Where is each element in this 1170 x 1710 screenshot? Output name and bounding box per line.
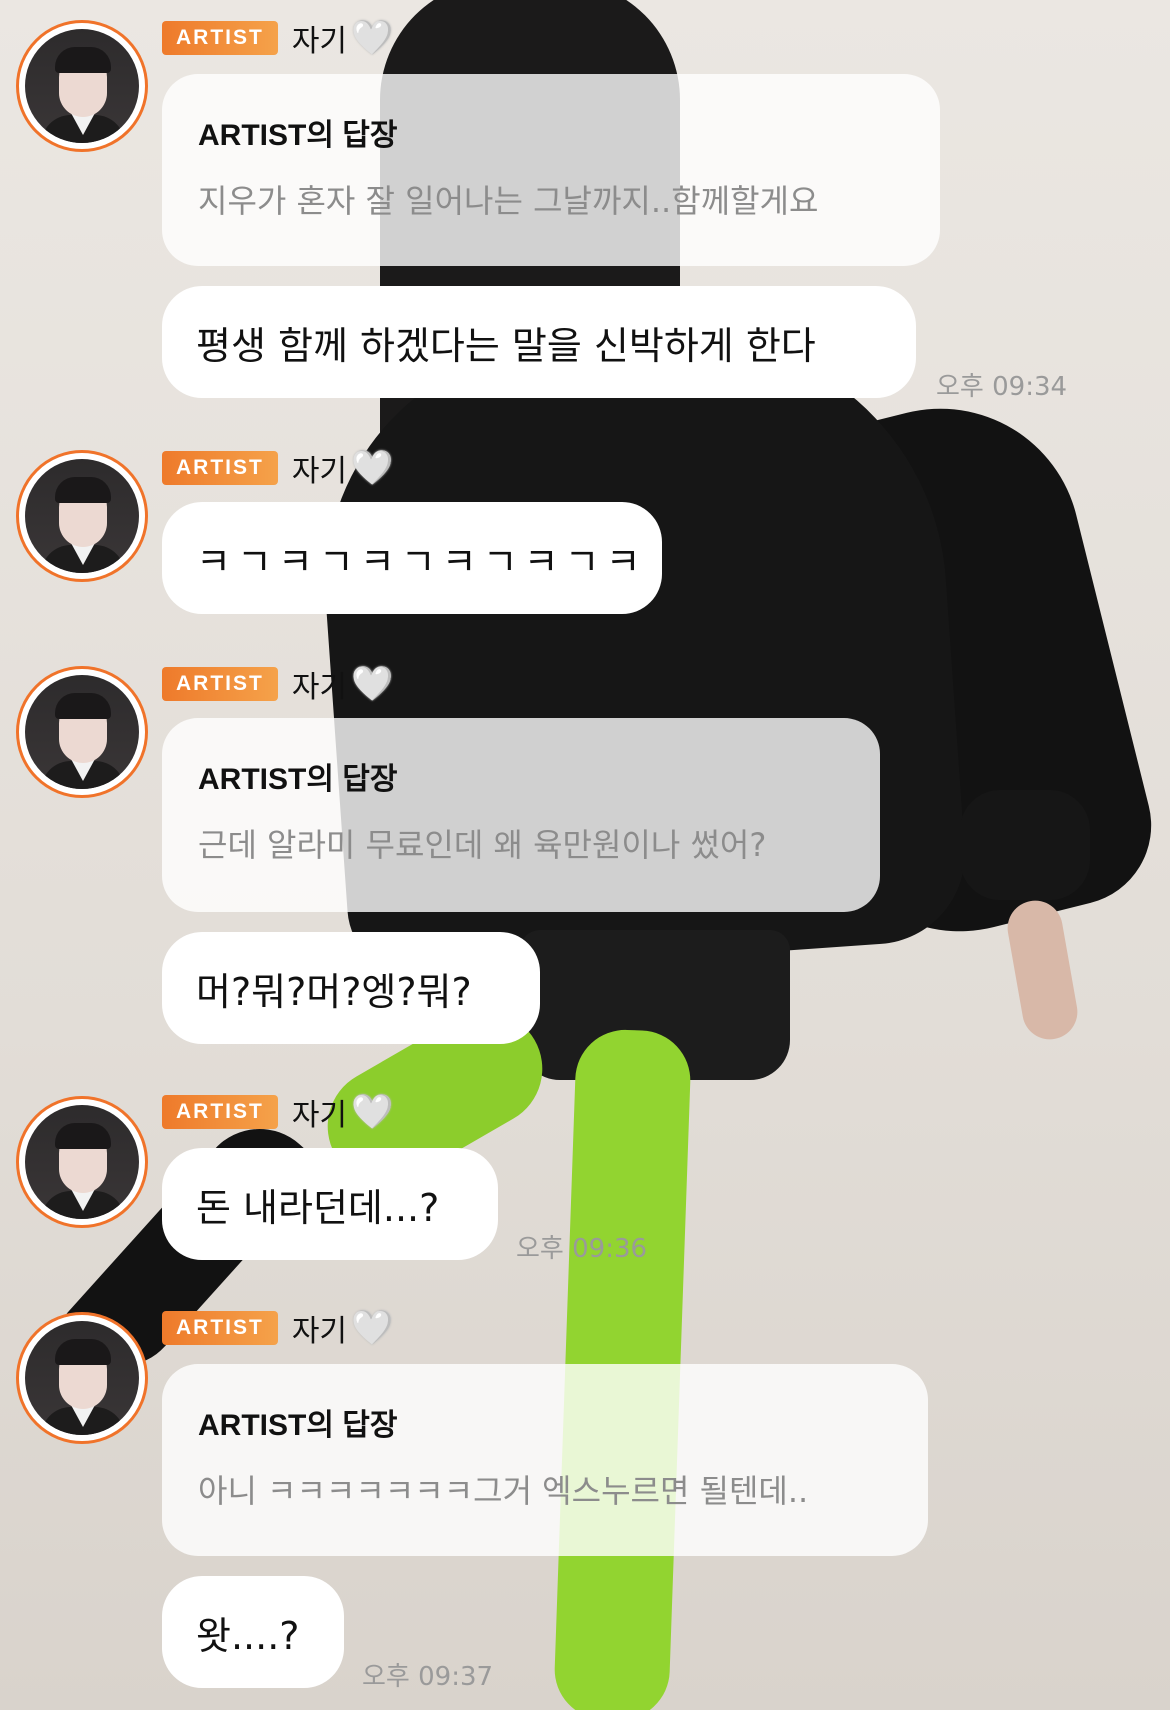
- message-bubble[interactable]: 머?뭐?머?엥?뭐?: [162, 932, 540, 1044]
- avatar-photo: [25, 1105, 139, 1219]
- artist-badge: ARTIST: [162, 1095, 278, 1129]
- avatar-photo: [25, 1321, 139, 1435]
- reply-card[interactable]: ARTIST의 답장 근데 알라미 무료인데 왜 육만원이나 썼어?: [162, 718, 880, 912]
- reply-card[interactable]: ARTIST의 답장 지우가 혼자 잘 일어나는 그날까지..함께할게요: [162, 74, 940, 266]
- avatar-photo: [25, 29, 139, 143]
- photo-cuff: [960, 790, 1090, 900]
- artist-badge: ARTIST: [162, 451, 278, 485]
- timestamp: 오후 09:36: [516, 1234, 648, 1264]
- sender-name: 자기 🤍: [291, 448, 394, 489]
- sender-row: ARTIST 자기 🤍: [162, 448, 394, 489]
- sender-row: ARTIST 자기 🤍: [162, 664, 394, 705]
- avatar-photo: [25, 675, 139, 789]
- white-heart-icon: 🤍: [351, 1308, 394, 1348]
- artist-badge: ARTIST: [162, 1311, 278, 1345]
- sender-name: 자기 🤍: [291, 1308, 394, 1349]
- message-bubble[interactable]: ㅋㄱㅋㄱㅋㄱㅋㄱㅋㄱㅋ: [162, 502, 662, 614]
- sender-row: ARTIST 자기 🤍: [162, 1308, 394, 1349]
- avatar[interactable]: [16, 20, 148, 152]
- sender-name: 자기 🤍: [291, 1092, 394, 1133]
- sender-row: ARTIST 자기 🤍: [162, 18, 394, 59]
- avatar[interactable]: [16, 450, 148, 582]
- message-bubble[interactable]: 왓....?: [162, 1576, 344, 1688]
- white-heart-icon: 🤍: [351, 448, 394, 488]
- artist-badge: ARTIST: [162, 667, 278, 701]
- white-heart-icon: 🤍: [351, 18, 394, 58]
- reply-title: ARTIST의 답장: [198, 1409, 398, 1442]
- reply-text: 근데 알라미 무료인데 왜 육만원이나 썼어?: [198, 826, 767, 864]
- reply-text: 지우가 혼자 잘 일어나는 그날까지..함께할게요: [198, 182, 819, 220]
- reply-card[interactable]: ARTIST의 답장 아니 ㅋㅋㅋㅋㅋㅋㅋ그거 엑스누르면 될텐데..: [162, 1364, 928, 1556]
- message-bubble[interactable]: 평생 함께 하겠다는 말을 신박하게 한다: [162, 286, 916, 398]
- reply-title: ARTIST의 답장: [198, 119, 398, 152]
- avatar[interactable]: [16, 666, 148, 798]
- message-bubble[interactable]: 돈 내라던데...?: [162, 1148, 498, 1260]
- reply-text: 아니 ㅋㅋㅋㅋㅋㅋㅋ그거 엑스누르면 될텐데..: [198, 1472, 809, 1510]
- white-heart-icon: 🤍: [351, 1092, 394, 1132]
- photo-hand: [1003, 896, 1082, 1044]
- white-heart-icon: 🤍: [351, 664, 394, 704]
- sender-name: 자기 🤍: [291, 18, 394, 59]
- avatar[interactable]: [16, 1312, 148, 1444]
- timestamp: 오후 09:34: [936, 372, 1068, 402]
- timestamp: 오후 09:37: [362, 1662, 494, 1692]
- avatar[interactable]: [16, 1096, 148, 1228]
- artist-badge: ARTIST: [162, 21, 278, 55]
- sender-row: ARTIST 자기 🤍: [162, 1092, 394, 1133]
- reply-title: ARTIST의 답장: [198, 763, 398, 796]
- sender-name: 자기 🤍: [291, 664, 394, 705]
- avatar-photo: [25, 459, 139, 573]
